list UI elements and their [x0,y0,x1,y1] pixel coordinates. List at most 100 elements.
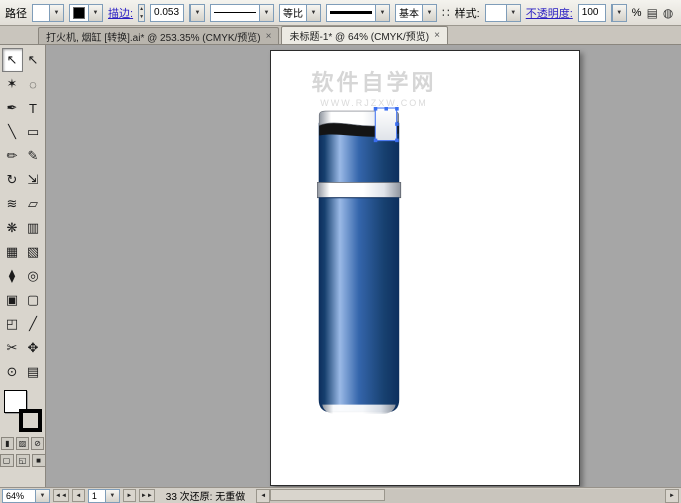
live-paint-selection-tool[interactable]: ▢ [23,288,44,312]
opacity-unit-dropdown[interactable]: ▼ [610,3,627,22]
color-button[interactable]: ▮ [1,437,14,450]
opacity-link[interactable]: 不透明度: [526,5,573,21]
proportional-dropdown[interactable]: 等比 ▼ [279,3,322,22]
style-value [486,5,506,21]
horizontal-scrollbar[interactable]: ◄ ► [256,488,679,503]
magic-wand-tool[interactable]: ✶ [2,72,23,96]
dropdown-arrow-icon: ▼ [104,489,119,502]
artboard[interactable]: 软件自学网 WWW.RJZXW.COM [270,50,580,486]
screen-mode-buttons: ▢ ◱ ■ [0,454,46,467]
eyedropper-tool[interactable]: ⧫ [2,264,23,288]
live-paint-bucket-tool[interactable]: ▣ [2,288,23,312]
style-dropdown[interactable]: ▼ [484,3,521,22]
brush-definition-dropdown[interactable]: 基本 ▼ [395,3,438,22]
last-page-button[interactable]: ►► [138,489,155,502]
scissors-tool[interactable]: ✂ [2,336,23,360]
type-tool[interactable]: T [23,96,44,120]
mesh-tool[interactable]: ▦ [2,240,23,264]
next-page-button[interactable]: ► [122,489,136,502]
gradient-button[interactable]: ▨ [16,437,29,450]
dropdown-arrow-icon: ▼ [375,4,390,21]
lighter-band[interactable] [316,182,402,199]
full-screen-mode-button[interactable]: ■ [31,454,46,467]
dropdown-arrow-icon: ▼ [88,4,102,21]
slice-tool[interactable]: ╱ [23,312,44,336]
pencil-tool[interactable]: ✎ [23,144,44,168]
tab-close-icon[interactable]: × [434,30,440,41]
spinner-down-icon[interactable]: ▼ [139,13,144,21]
blend-tool[interactable]: ◎ [23,264,44,288]
spinner-up-icon[interactable]: ▲ [139,5,144,13]
tab-label: 未标题-1* @ 64% (CMYK/预览) [289,32,430,43]
variant-dropdown[interactable]: ▼ [32,3,64,22]
percent-label: % [631,6,642,19]
scroll-right-icon[interactable]: ► [665,488,679,503]
lighter-button[interactable] [374,107,398,142]
grid-dots-icon[interactable]: ∷ [442,4,450,22]
rectangle-tool[interactable]: ▭ [23,120,44,144]
opacity-input[interactable]: 100 [577,3,606,22]
warp-tool[interactable]: ≋ [2,192,23,216]
dropdown-arrow-icon: ▼ [35,489,49,502]
dropdown-arrow-icon: ▼ [306,4,321,21]
rotate-tool[interactable]: ↻ [2,168,23,192]
direct-selection-tool[interactable]: ↖ [23,48,44,72]
zoom-level-dropdown[interactable]: 64% ▼ [2,488,50,503]
dropdown-arrow-icon: ▼ [422,4,437,21]
main-area: ↖ ↖ ✶ ◌ ✒ T ╲ ▭ ✏ ✎ ↻ ⇲ ≋ ▱ ❋ ▥ ▦ ▧ ⧫ ◎ ▣ ▢ ◰ ╱ ✂ ✥ ⊙ ▤ ▮ ▨ ⊘ ▢ ◱ ■ 软件自… [0,45,681,487]
tab-close-icon[interactable]: × [266,31,272,42]
document-tab[interactable]: 打火机, 烟缸 [转换].ai* @ 253.35% (CMYK/预览) × [38,27,280,44]
stroke-color-swatch [73,6,85,19]
none-button[interactable]: ⊘ [31,437,44,450]
stroke-weight-input[interactable]: 0.053 [150,3,185,22]
sphere-icon[interactable]: ◍ [663,4,673,22]
column-graph-tool[interactable]: ▥ [23,216,44,240]
symbol-sprayer-tool[interactable]: ❋ [2,216,23,240]
page-tool[interactable]: ▤ [23,360,44,384]
lighter-svg [316,107,402,414]
first-page-button[interactable]: ◄◄ [53,489,69,502]
document-tab-bar: 打火机, 烟缸 [转换].ai* @ 253.35% (CMYK/预览) × 未标题… [0,26,681,45]
paintbrush-tool[interactable]: ✏ [2,144,23,168]
scrollbar-thumb[interactable] [270,488,386,501]
variable-width-profile-dropdown[interactable]: ▼ [210,3,275,22]
stroke-weight-spinner[interactable]: ▲ ▼ [138,3,146,22]
free-transform-tool[interactable]: ▱ [23,192,44,216]
gradient-tool[interactable]: ▧ [23,240,44,264]
dropdown-arrow-icon: ▼ [505,4,520,21]
page-number-dropdown[interactable]: 1 ▼ [87,488,120,503]
document-tab-active[interactable]: 未标题-1* @ 64% (CMYK/预览) × [281,26,448,44]
zoom-tool[interactable]: ⊙ [2,360,23,384]
canvas-area[interactable]: 软件自学网 WWW.RJZXW.COM [46,45,681,487]
stroke-color-dropdown[interactable]: ▼ [69,3,103,22]
tools-grid: ↖ ↖ ✶ ◌ ✒ T ╲ ▭ ✏ ✎ ↻ ⇲ ≋ ▱ ❋ ▥ ▦ ▧ ⧫ ◎ ▣ ▢ ◰ ╱ ✂ ✥ ⊙ ▤ [1,48,44,384]
line-sample-icon [214,12,257,13]
pen-tool[interactable]: ✒ [2,96,23,120]
hand-tool[interactable]: ✥ [23,336,44,360]
crop-area-tool[interactable]: ◰ [2,312,23,336]
scroll-left-icon[interactable]: ◄ [256,488,271,503]
prev-page-button[interactable]: ◄ [71,489,85,502]
proportional-value: 等比 [283,9,304,20]
graph-icon[interactable]: ▤ [647,4,658,22]
brush-dropdown[interactable]: ▼ [326,3,391,22]
variant-value [33,5,49,21]
lasso-tool[interactable]: ◌ [23,72,44,96]
lighter-illustration[interactable] [316,107,405,425]
dropdown-arrow-icon: ▼ [611,4,626,21]
tools-panel: ↖ ↖ ✶ ◌ ✒ T ╲ ▭ ✏ ✎ ↻ ⇲ ≋ ▱ ❋ ▥ ▦ ▧ ⧫ ◎ ▣ ▢ ◰ ╱ ✂ ✥ ⊙ ▤ ▮ ▨ ⊘ ▢ ◱ ■ [0,45,46,487]
full-screen-with-menu-button[interactable]: ◱ [15,454,30,467]
opacity-value: 100 [581,7,599,18]
standard-screen-mode-button[interactable]: ▢ [0,454,14,467]
dropdown-arrow-icon: ▼ [49,4,63,21]
stroke-link[interactable]: 描边: [108,5,133,21]
scrollbar-track[interactable] [270,488,665,503]
paint-style-buttons: ▮ ▨ ⊘ [1,437,44,450]
lighter-body[interactable] [318,197,400,414]
watermark: 软件自学网 WWW.RJZXW.COM [289,65,459,108]
scale-tool[interactable]: ⇲ [23,168,44,192]
stroke-color-swatch[interactable] [18,409,42,432]
selection-tool[interactable]: ↖ [1,48,23,72]
stroke-weight-unit-dropdown[interactable]: ▼ [189,3,206,22]
line-segment-tool[interactable]: ╲ [2,120,23,144]
